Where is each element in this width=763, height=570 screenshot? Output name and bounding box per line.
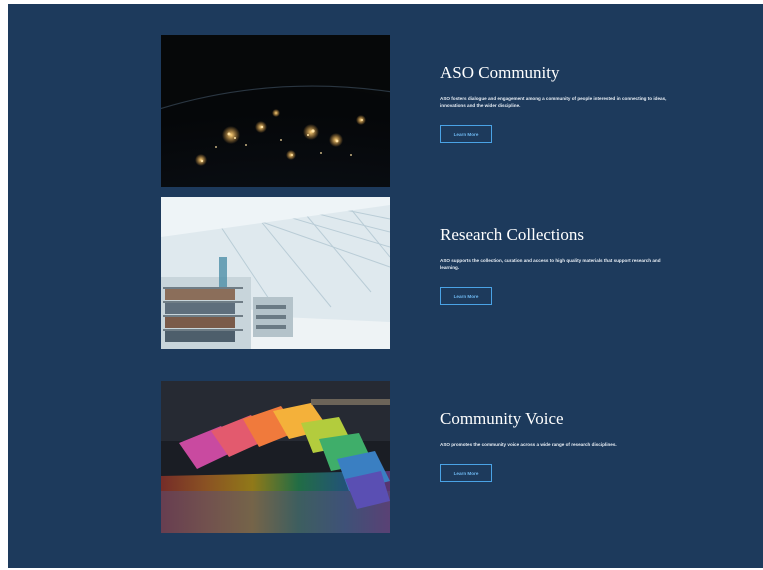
library-image: [161, 197, 390, 349]
earth-at-night-image: [161, 35, 390, 187]
feature-description: ASO fosters dialogue and engagement amon…: [440, 96, 667, 108]
rainbow-chalk-image: [161, 381, 390, 533]
feature-content: Research Collections ASO supports the co…: [440, 225, 680, 305]
feature-title: Community Voice: [440, 409, 564, 428]
feature-card-research-collections: Research Collections ASO supports the co…: [161, 197, 761, 349]
feature-title: Research Collections: [440, 225, 584, 244]
learn-more-button[interactable]: Learn More: [440, 125, 492, 143]
learn-more-button[interactable]: Learn More: [440, 464, 492, 482]
feature-description: ASO promotes the community voice across …: [440, 442, 617, 447]
feature-card-aso-community: ASO Community ASO fosters dialogue and e…: [161, 35, 761, 187]
feature-content: ASO Community ASO fosters dialogue and e…: [440, 63, 680, 143]
feature-description: ASO supports the collection, curation an…: [440, 258, 661, 270]
feature-content: Community Voice ASO promotes the communi…: [440, 409, 680, 482]
features-section: ASO Community ASO fosters dialogue and e…: [8, 4, 763, 568]
learn-more-button[interactable]: Learn More: [440, 287, 492, 305]
feature-title: ASO Community: [440, 63, 560, 82]
feature-card-community-voice: Community Voice ASO promotes the communi…: [161, 381, 761, 533]
